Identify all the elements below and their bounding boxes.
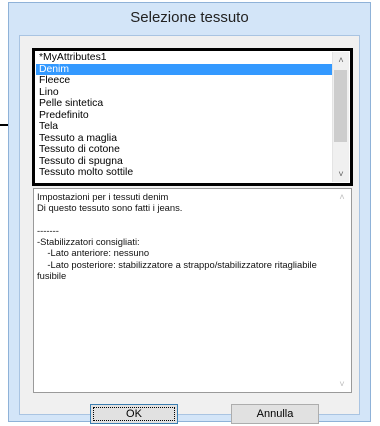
fabric-list-scrollbar[interactable]: ˄ ˅ (332, 52, 349, 182)
dialog-client-area: *MyAttributes1 Denim Fleece Lino Pelle sinte… (19, 35, 360, 424)
list-item[interactable]: Tela (36, 121, 333, 133)
ok-button[interactable]: OK (90, 404, 178, 424)
description-line: -Lato posteriore: stabilizzatore a strap… (37, 258, 317, 270)
list-item[interactable]: Denim (36, 63, 333, 75)
chevron-up-icon[interactable]: ˄ (333, 52, 349, 68)
fabric-list-items: *MyAttributes1 Denim Fleece Lino Pelle sinte… (36, 52, 333, 182)
list-item[interactable]: Tessuto di spugna (36, 156, 333, 168)
description-line (37, 214, 331, 225)
list-item[interactable]: *MyAttributes1 (36, 52, 333, 64)
description-line: Di questo tessuto sono fatti i jeans. (37, 202, 183, 214)
description-line: -Stabilizzatori consigliati: (37, 236, 140, 248)
scrollbar-thumb[interactable] (334, 70, 347, 142)
fabric-description-text: Impostazioni per i tessuti denim Di quest… (37, 191, 331, 281)
description-line: fusibile (37, 270, 67, 282)
chevron-up-icon[interactable]: ˄ (334, 189, 350, 205)
list-item[interactable]: Lino (36, 87, 333, 99)
list-item[interactable]: Tessuto molto sottile (36, 167, 333, 179)
chevron-down-icon[interactable]: ˅ (333, 166, 349, 182)
fabric-selection-dialog: Selezione tessuto *MyAttributes1 Denim Fle… (8, 2, 371, 424)
chevron-down-icon[interactable]: ˅ (334, 376, 350, 392)
description-scrollbar[interactable]: ˄ ˅ (334, 189, 351, 392)
list-item[interactable]: Tessuto di cotone (36, 144, 333, 156)
description-line: Impostazioni per i tessuti denim (37, 191, 169, 202)
cancel-button[interactable]: Annulla (231, 404, 319, 424)
fabric-listbox[interactable]: *MyAttributes1 Denim Fleece Lino Pelle sinte… (32, 48, 353, 186)
list-item[interactable]: Predefinito (36, 110, 333, 122)
dialog-title: Selezione tessuto (130, 9, 249, 26)
list-item[interactable]: Tessuto a maglia (36, 133, 333, 145)
list-item[interactable]: Pelle sintetica (36, 98, 333, 110)
list-item[interactable]: Fleece (36, 75, 333, 87)
description-line: -Lato anteriore: nessuno (37, 247, 150, 259)
description-line: ------- (37, 224, 59, 236)
fabric-description-box: Impostazioni per i tessuti denim Di quest… (33, 188, 352, 393)
